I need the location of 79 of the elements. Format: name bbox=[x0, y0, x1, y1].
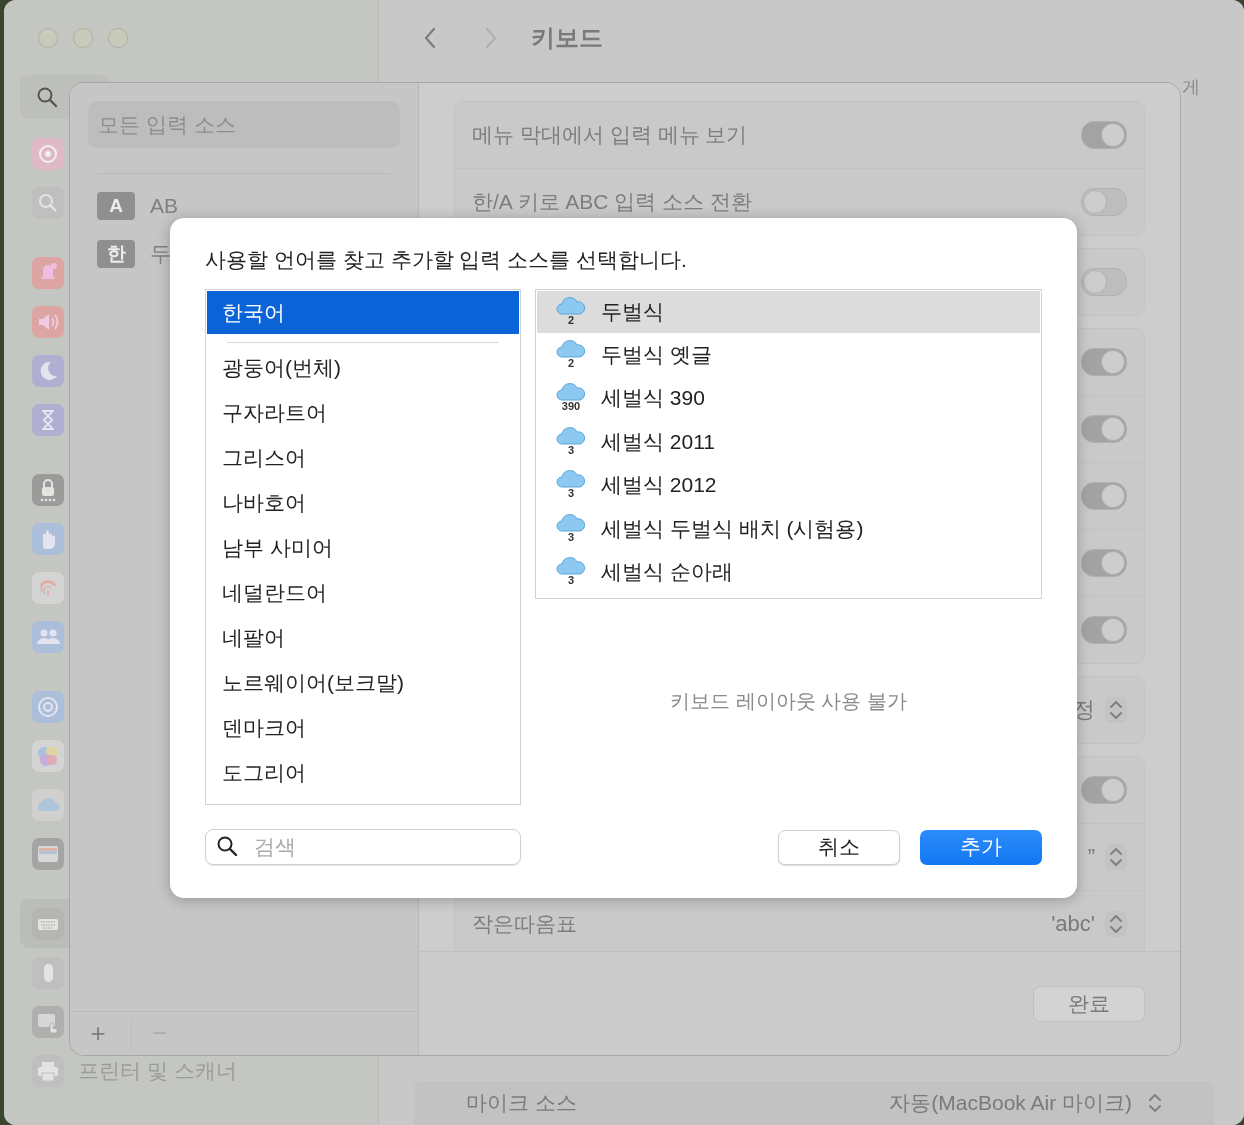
layout-number: 390 bbox=[560, 400, 582, 414]
people-icon[interactable] bbox=[32, 620, 64, 653]
forward-icon[interactable] bbox=[484, 25, 498, 50]
mouse-icon[interactable] bbox=[32, 956, 64, 989]
moon-icon[interactable] bbox=[32, 354, 64, 387]
cloud-icon[interactable] bbox=[32, 788, 64, 821]
window-control[interactable] bbox=[108, 27, 128, 48]
cloud-icon bbox=[556, 381, 586, 402]
hourglass-icon[interactable] bbox=[32, 403, 64, 436]
language-item[interactable]: 그리스어 bbox=[207, 435, 519, 480]
trackpad-icon[interactable] bbox=[32, 1005, 64, 1038]
layout-number: 2 bbox=[566, 314, 576, 327]
input-source-item[interactable]: 3 세벌식 두벌식 배치 (시험용) bbox=[537, 507, 1040, 551]
input-source-item[interactable]: 390 세벌식 390 bbox=[537, 376, 1040, 420]
cloud-icon bbox=[556, 555, 586, 576]
setting-label: 작은따옴표 bbox=[472, 911, 577, 937]
empty-message: 키보드 레이아웃 사용 불가 bbox=[670, 688, 907, 714]
input-source-badge: A bbox=[97, 192, 135, 220]
input-source-item[interactable]: 3 세벌식 2012 bbox=[537, 463, 1040, 507]
input-source-item[interactable]: 2 두벌식 bbox=[537, 291, 1040, 333]
input-source-badge: 한 bbox=[97, 240, 135, 268]
add-button[interactable]: 추가 bbox=[920, 829, 1042, 865]
setting-label: 마이크 소스 bbox=[466, 1090, 578, 1116]
window-title: 키보드 bbox=[531, 22, 603, 53]
search-icon bbox=[36, 86, 58, 108]
fingerprint-icon[interactable] bbox=[32, 571, 64, 604]
toggle-switch[interactable] bbox=[1081, 549, 1127, 577]
back-icon[interactable] bbox=[423, 25, 437, 50]
language-item[interactable]: 노르웨이어(보크말) bbox=[207, 660, 519, 705]
layout-number: 3 bbox=[566, 574, 576, 588]
setting-label: 한/A 키로 ABC 입력 소스 전환 bbox=[472, 189, 753, 215]
toggle-switch[interactable] bbox=[1081, 348, 1127, 376]
search-icon[interactable] bbox=[32, 186, 64, 219]
cloud-icon bbox=[556, 511, 586, 532]
language-item[interactable]: 광둥어(번체) bbox=[207, 345, 519, 390]
printer-icon[interactable] bbox=[32, 1054, 64, 1087]
language-item[interactable]: 덴마크어 bbox=[207, 705, 519, 750]
language-item[interactable]: 남부 사미어 bbox=[207, 525, 519, 570]
stepper-icon[interactable] bbox=[1105, 911, 1127, 937]
layout-number: 2 bbox=[566, 356, 576, 370]
setting-label: 메뉴 막대에서 입력 메뉴 보기 bbox=[472, 122, 748, 148]
stepper-icon[interactable] bbox=[1105, 697, 1127, 723]
language-item[interactable]: 구자라트어 bbox=[207, 390, 519, 435]
language-item[interactable]: 한국어 bbox=[207, 291, 519, 334]
toggle-switch[interactable] bbox=[1081, 482, 1127, 510]
keyboard-icon[interactable] bbox=[32, 907, 64, 940]
wallet-icon[interactable] bbox=[32, 837, 64, 870]
cloud-icon bbox=[556, 295, 586, 315]
lock-icon[interactable] bbox=[32, 473, 64, 506]
toggle-switch[interactable] bbox=[1081, 121, 1127, 149]
toggle-switch[interactable] bbox=[1081, 415, 1127, 443]
hand-icon[interactable] bbox=[32, 522, 64, 555]
cloud-icon bbox=[556, 424, 586, 445]
input-source-item[interactable]: 2 두벌식 옛글 bbox=[537, 333, 1040, 377]
layout-number: 3 bbox=[566, 487, 576, 501]
language-item[interactable]: 도그리어 bbox=[207, 750, 519, 795]
cloud-icon bbox=[556, 468, 586, 489]
toggle-switch[interactable] bbox=[1081, 188, 1127, 216]
window-control[interactable] bbox=[38, 27, 58, 48]
language-item[interactable]: 네덜란드어 bbox=[207, 570, 519, 615]
setting-text: 게 bbox=[1182, 76, 1200, 99]
cancel-button[interactable]: 취소 bbox=[778, 829, 900, 865]
layout-number: 3 bbox=[566, 443, 576, 457]
bubbles-icon[interactable] bbox=[32, 739, 64, 772]
layout-number: 3 bbox=[566, 530, 576, 544]
speaker-icon[interactable] bbox=[32, 305, 64, 338]
stepper-icon[interactable] bbox=[1105, 844, 1127, 870]
window-control[interactable] bbox=[73, 27, 93, 48]
language-item[interactable]: 네팔어 bbox=[207, 615, 519, 660]
language-item[interactable]: 나바호어 bbox=[207, 480, 519, 525]
dialog-message: 사용할 언어를 찾고 추가할 입력 소스를 선택합니다. bbox=[205, 247, 688, 273]
search-icon bbox=[216, 835, 240, 859]
cloud-icon bbox=[556, 337, 586, 358]
toggle-switch[interactable] bbox=[1081, 776, 1127, 804]
toggle-switch[interactable] bbox=[1081, 268, 1127, 296]
input-source-item[interactable]: 3 세벌식 2011 bbox=[537, 420, 1040, 464]
input-source-item[interactable]: 3 세벌식 순아래 bbox=[537, 550, 1040, 594]
stepper-icon[interactable] bbox=[1146, 1092, 1164, 1114]
toggle-switch[interactable] bbox=[1081, 616, 1127, 644]
